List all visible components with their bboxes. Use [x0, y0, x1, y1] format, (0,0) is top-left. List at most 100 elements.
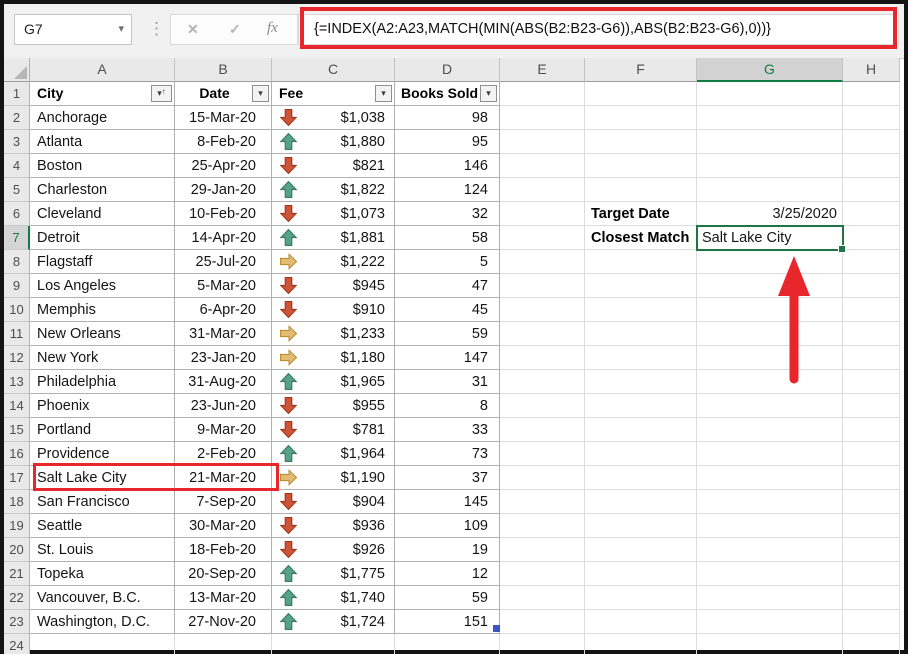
- header-cell-books-sold[interactable]: Books Sold ▾: [395, 82, 500, 106]
- cell-books-7[interactable]: 58: [395, 226, 500, 250]
- cell-F17[interactable]: [585, 466, 697, 490]
- cell-E21[interactable]: [500, 562, 585, 586]
- cell-E4[interactable]: [500, 154, 585, 178]
- cell-H22[interactable]: [843, 586, 900, 610]
- cell-E5[interactable]: [500, 178, 585, 202]
- row-header-4[interactable]: 4: [4, 154, 30, 178]
- cell-city-3[interactable]: Atlanta: [30, 130, 175, 154]
- cell-H10[interactable]: [843, 298, 900, 322]
- cell-E23[interactable]: [500, 610, 585, 634]
- cell-F20[interactable]: [585, 538, 697, 562]
- cell-H7[interactable]: [843, 226, 900, 250]
- cell-F12[interactable]: [585, 346, 697, 370]
- cell-H12[interactable]: [843, 346, 900, 370]
- cell-E16[interactable]: [500, 442, 585, 466]
- row-header-18[interactable]: 18: [4, 490, 30, 514]
- row-header-10[interactable]: 10: [4, 298, 30, 322]
- cell-G11[interactable]: [697, 322, 843, 346]
- row-header-3[interactable]: 3: [4, 130, 30, 154]
- cell-date-18[interactable]: 7-Sep-20: [175, 490, 272, 514]
- cell-date-2[interactable]: 15-Mar-20: [175, 106, 272, 130]
- cell-books-11[interactable]: 59: [395, 322, 500, 346]
- cell-H23[interactable]: [843, 610, 900, 634]
- cell-F23[interactable]: [585, 610, 697, 634]
- cell-date-13[interactable]: 31-Aug-20: [175, 370, 272, 394]
- cell-G9[interactable]: [697, 274, 843, 298]
- cell-H8[interactable]: [843, 250, 900, 274]
- cell-G1[interactable]: [697, 82, 843, 106]
- cell-H2[interactable]: [843, 106, 900, 130]
- name-box[interactable]: G7 ▾: [14, 14, 132, 45]
- cell-E12[interactable]: [500, 346, 585, 370]
- cell-G19[interactable]: [697, 514, 843, 538]
- cell-E10[interactable]: [500, 298, 585, 322]
- cell-city-6[interactable]: Cleveland: [30, 202, 175, 226]
- select-all-corner[interactable]: [4, 58, 30, 82]
- cancel-icon[interactable]: ✕: [187, 21, 199, 38]
- row-header-17[interactable]: 17: [4, 466, 30, 490]
- cell-H17[interactable]: [843, 466, 900, 490]
- cell-date-14[interactable]: 23-Jun-20: [175, 394, 272, 418]
- row-header-20[interactable]: 20: [4, 538, 30, 562]
- cell-books-4[interactable]: 146: [395, 154, 500, 178]
- fee-filter-button[interactable]: ▾: [375, 85, 392, 102]
- cell-F11[interactable]: [585, 322, 697, 346]
- cell-E11[interactable]: [500, 322, 585, 346]
- row-header-8[interactable]: 8: [4, 250, 30, 274]
- cell-city-11[interactable]: New Orleans: [30, 322, 175, 346]
- cell-H21[interactable]: [843, 562, 900, 586]
- cell-city-10[interactable]: Memphis: [30, 298, 175, 322]
- row-header-19[interactable]: 19: [4, 514, 30, 538]
- cell-books-22[interactable]: 59: [395, 586, 500, 610]
- cell-date-10[interactable]: 6-Apr-20: [175, 298, 272, 322]
- cell-G5[interactable]: [697, 178, 843, 202]
- cell-books-13[interactable]: 31: [395, 370, 500, 394]
- cell-books-14[interactable]: 8: [395, 394, 500, 418]
- cell-E6[interactable]: [500, 202, 585, 226]
- cell-E15[interactable]: [500, 418, 585, 442]
- cell-G21[interactable]: [697, 562, 843, 586]
- cell-books-21[interactable]: 12: [395, 562, 500, 586]
- cell-G16[interactable]: [697, 442, 843, 466]
- cell-G2[interactable]: [697, 106, 843, 130]
- cell-F4[interactable]: [585, 154, 697, 178]
- cell-E14[interactable]: [500, 394, 585, 418]
- cell-F1[interactable]: [585, 82, 697, 106]
- row-header-6[interactable]: 6: [4, 202, 30, 226]
- cell-A24[interactable]: [30, 634, 175, 654]
- row-header-9[interactable]: 9: [4, 274, 30, 298]
- cell-H4[interactable]: [843, 154, 900, 178]
- column-header-g[interactable]: G: [697, 58, 843, 82]
- cell-E8[interactable]: [500, 250, 585, 274]
- cell-D24[interactable]: [395, 634, 500, 654]
- cell-E13[interactable]: [500, 370, 585, 394]
- column-header-e[interactable]: E: [500, 58, 585, 82]
- cell-F18[interactable]: [585, 490, 697, 514]
- row-header-14[interactable]: 14: [4, 394, 30, 418]
- column-header-h[interactable]: H: [843, 58, 900, 82]
- cell-city-4[interactable]: Boston: [30, 154, 175, 178]
- enter-icon[interactable]: ✓: [229, 21, 241, 38]
- cell-books-10[interactable]: 45: [395, 298, 500, 322]
- cell-date-12[interactable]: 23-Jan-20: [175, 346, 272, 370]
- cell-F22[interactable]: [585, 586, 697, 610]
- cell-city-23[interactable]: Washington, D.C.: [30, 610, 175, 634]
- cell-G3[interactable]: [697, 130, 843, 154]
- row-header-12[interactable]: 12: [4, 346, 30, 370]
- cell-E1[interactable]: [500, 82, 585, 106]
- cell-date-15[interactable]: 9-Mar-20: [175, 418, 272, 442]
- cell-F24[interactable]: [585, 634, 697, 654]
- cell-H14[interactable]: [843, 394, 900, 418]
- cell-books-6[interactable]: 32: [395, 202, 500, 226]
- header-cell-city[interactable]: City ▾↑: [30, 82, 175, 106]
- cell-F5[interactable]: [585, 178, 697, 202]
- column-header-c[interactable]: C: [272, 58, 395, 82]
- header-cell-fee[interactable]: Fee ▾: [272, 82, 395, 106]
- cell-F9[interactable]: [585, 274, 697, 298]
- cell-E24[interactable]: [500, 634, 585, 654]
- date-filter-button[interactable]: ▾: [252, 85, 269, 102]
- cell-date-8[interactable]: 25-Jul-20: [175, 250, 272, 274]
- cell-E2[interactable]: [500, 106, 585, 130]
- cell-E7[interactable]: [500, 226, 585, 250]
- cell-date-4[interactable]: 25-Apr-20: [175, 154, 272, 178]
